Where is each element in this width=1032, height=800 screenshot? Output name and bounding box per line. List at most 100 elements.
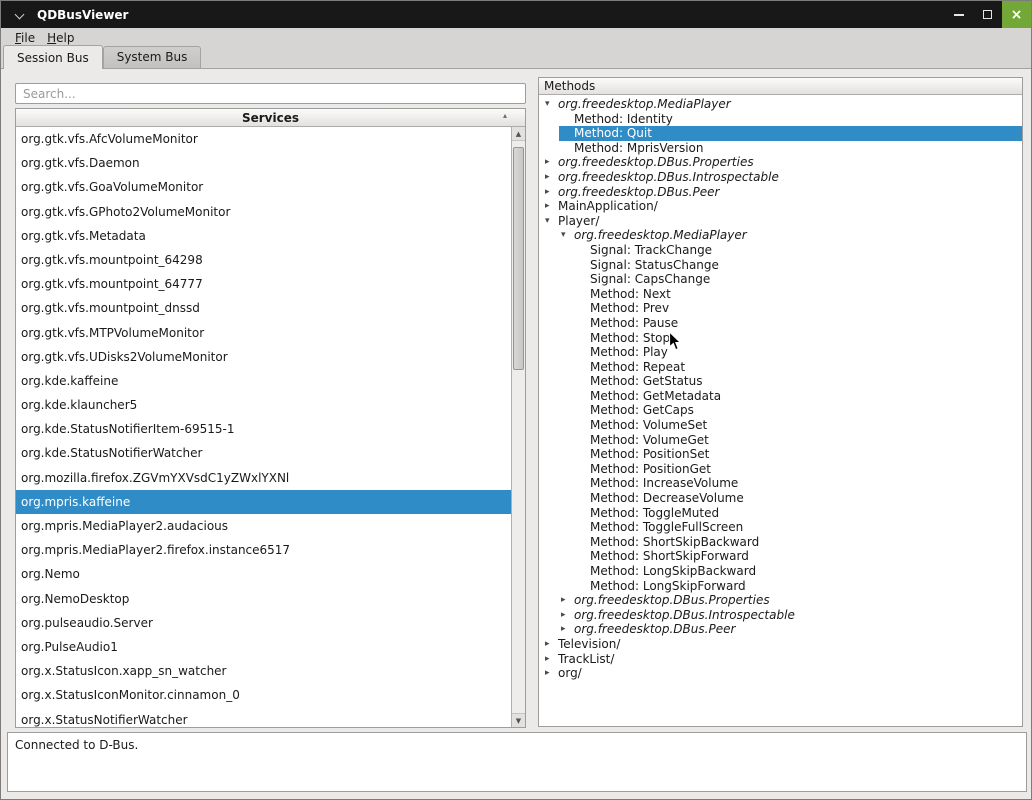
collapsed-icon[interactable]: ▸ <box>543 637 558 652</box>
expanded-icon[interactable]: ▾ <box>559 228 574 243</box>
tree-item-label: org.freedesktop.MediaPlayer <box>574 228 747 243</box>
tree-item[interactable]: Method: MprisVersion <box>539 141 1022 156</box>
service-item[interactable]: org.x.StatusNotifierWatcher <box>16 708 511 728</box>
tree-item[interactable]: ▾ org.freedesktop.MediaPlayer <box>539 228 1022 243</box>
tree-item[interactable]: ▸ org.freedesktop.DBus.Peer <box>539 185 1022 200</box>
expanded-icon[interactable]: ▾ <box>543 214 558 229</box>
tree-item[interactable]: ▸ org.freedesktop.DBus.Introspectable <box>539 608 1022 623</box>
tree-item[interactable]: ▸ org.freedesktop.DBus.Properties <box>539 155 1022 170</box>
service-item[interactable]: org.mpris.kaffeine <box>16 489 511 514</box>
service-item[interactable]: org.gtk.vfs.MTPVolumeMonitor <box>16 321 511 345</box>
tree-item[interactable]: Method: ShortSkipForward <box>539 549 1022 564</box>
collapsed-icon[interactable]: ▸ <box>543 155 558 170</box>
scroll-up-button[interactable]: ▲ <box>512 127 525 141</box>
tree-item[interactable]: Method: LongSkipBackward <box>539 564 1022 579</box>
service-item[interactable]: org.gtk.vfs.Metadata <box>16 224 511 248</box>
service-item[interactable]: org.gtk.vfs.AfcVolumeMonitor <box>16 127 511 151</box>
collapsed-icon[interactable]: ▸ <box>543 652 558 667</box>
service-item[interactable]: org.gtk.vfs.mountpoint_dnssd <box>16 296 511 320</box>
collapsed-icon[interactable]: ▸ <box>559 608 574 623</box>
status-output[interactable]: Connected to D-Bus. <box>7 732 1027 792</box>
tree-item[interactable]: ▸ org.freedesktop.DBus.Properties <box>539 593 1022 608</box>
window-menu-icon[interactable] <box>15 11 23 19</box>
tree-item[interactable]: Method: GetStatus <box>539 374 1022 389</box>
service-item[interactable]: org.mpris.MediaPlayer2.firefox.instance6… <box>16 538 511 562</box>
service-item[interactable]: org.kde.StatusNotifierWatcher <box>16 441 511 465</box>
tree-item[interactable]: Method: Repeat <box>539 360 1022 375</box>
tree-item[interactable]: Method: PositionGet <box>539 462 1022 477</box>
scroll-down-button[interactable]: ▼ <box>512 713 525 727</box>
collapsed-icon[interactable]: ▸ <box>543 170 558 185</box>
tree-item[interactable]: Method: Next <box>539 287 1022 302</box>
service-item[interactable]: org.x.StatusIcon.xapp_sn_watcher <box>16 659 511 683</box>
tree-item[interactable]: ▸ MainApplication/ <box>539 199 1022 214</box>
collapsed-icon[interactable]: ▸ <box>559 593 574 608</box>
tree-item[interactable]: ▸ org.freedesktop.DBus.Introspectable <box>539 170 1022 185</box>
service-item[interactable]: org.kde.kaffeine <box>16 369 511 393</box>
tree-item[interactable]: Method: LongSkipForward <box>539 579 1022 594</box>
tab-system-bus[interactable]: System Bus <box>102 46 202 68</box>
tree-item[interactable]: Method: Stop <box>539 331 1022 346</box>
service-item[interactable]: org.gtk.vfs.UDisks2VolumeMonitor <box>16 345 511 369</box>
tree-item[interactable]: Method: ToggleMuted <box>539 506 1022 521</box>
service-item[interactable]: org.mozilla.firefox.ZGVmYXVsdC1yZWxlYXNl <box>16 466 511 490</box>
services-scrollbar[interactable]: ▲ ▼ <box>511 127 525 727</box>
service-item[interactable]: org.kde.klauncher5 <box>16 393 511 417</box>
tree-item[interactable]: Method: GetMetadata <box>539 389 1022 404</box>
service-item[interactable]: org.kde.StatusNotifierItem-69515-1 <box>16 417 511 441</box>
search-input[interactable] <box>15 83 526 104</box>
tree-item[interactable]: ▾ Player/ <box>539 214 1022 229</box>
minimize-button[interactable] <box>944 1 973 28</box>
tree-item[interactable]: Method: PositionSet <box>539 447 1022 462</box>
services-column-header[interactable]: Services ▴ <box>16 109 525 127</box>
tree-item[interactable]: Method: Quit <box>539 126 1022 141</box>
tree-item[interactable]: ▸ Television/ <box>539 637 1022 652</box>
collapsed-icon[interactable]: ▸ <box>559 622 574 637</box>
expanded-icon[interactable]: ▾ <box>543 97 558 112</box>
service-item[interactable]: org.mpris.MediaPlayer2.audacious <box>16 514 511 538</box>
service-item[interactable]: org.gtk.vfs.GoaVolumeMonitor <box>16 175 511 199</box>
tree-item[interactable]: Method: Play <box>539 345 1022 360</box>
service-item[interactable]: org.gtk.vfs.mountpoint_64777 <box>16 272 511 296</box>
tree-item[interactable]: ▸ org.freedesktop.DBus.Peer <box>539 622 1022 637</box>
tree-item[interactable]: Method: VolumeSet <box>539 418 1022 433</box>
tree-item[interactable]: Method: DecreaseVolume <box>539 491 1022 506</box>
scrollbar-track[interactable] <box>512 141 525 713</box>
tree-item-label: Method: MprisVersion <box>574 140 704 155</box>
tree-item[interactable]: Signal: CapsChange <box>539 272 1022 287</box>
service-item[interactable]: org.gtk.vfs.GPhoto2VolumeMonitor <box>16 200 511 224</box>
tree-item[interactable]: ▸ org/ <box>539 666 1022 681</box>
collapsed-icon[interactable]: ▸ <box>543 185 558 200</box>
tree-item[interactable]: Signal: StatusChange <box>539 258 1022 273</box>
collapsed-icon[interactable]: ▸ <box>543 199 558 214</box>
tree-item[interactable]: Method: VolumeGet <box>539 433 1022 448</box>
service-item[interactable]: org.pulseaudio.Server <box>16 611 511 635</box>
tree-item[interactable]: Method: Prev <box>539 301 1022 316</box>
tree-item[interactable]: Method: ShortSkipBackward <box>539 535 1022 550</box>
service-item[interactable]: org.PulseAudio1 <box>16 635 511 659</box>
menu-file[interactable]: File <box>9 30 41 46</box>
tab-session-bus[interactable]: Session Bus <box>3 45 103 69</box>
service-item[interactable]: org.NemoDesktop <box>16 587 511 611</box>
tree-item[interactable]: Method: IncreaseVolume <box>539 476 1022 491</box>
tree-item[interactable]: Method: ToggleFullScreen <box>539 520 1022 535</box>
tree-item[interactable]: Signal: TrackChange <box>539 243 1022 258</box>
menu-help[interactable]: Help <box>41 30 80 46</box>
service-item[interactable]: org.x.StatusIconMonitor.cinnamon_0 <box>16 683 511 707</box>
tree-item[interactable]: Method: Identity <box>539 112 1022 127</box>
service-item[interactable]: org.gtk.vfs.mountpoint_64298 <box>16 248 511 272</box>
tree-item[interactable]: ▸ TrackList/ <box>539 652 1022 667</box>
collapsed-icon[interactable]: ▸ <box>543 666 558 681</box>
close-button[interactable]: × <box>1002 1 1031 28</box>
maximize-button[interactable] <box>973 1 1002 28</box>
tree-item[interactable]: Method: Pause <box>539 316 1022 331</box>
scrollbar-thumb[interactable] <box>513 147 524 371</box>
tree-item[interactable]: ▾ org.freedesktop.MediaPlayer <box>539 97 1022 112</box>
service-item[interactable]: org.gtk.vfs.Daemon <box>16 151 511 175</box>
tree-item[interactable]: Method: GetCaps <box>539 403 1022 418</box>
tree-item-content: ▾ org.freedesktop.MediaPlayer <box>543 97 1022 112</box>
methods-column-header[interactable]: Methods <box>539 78 1022 95</box>
service-item[interactable]: org.Nemo <box>16 562 511 586</box>
